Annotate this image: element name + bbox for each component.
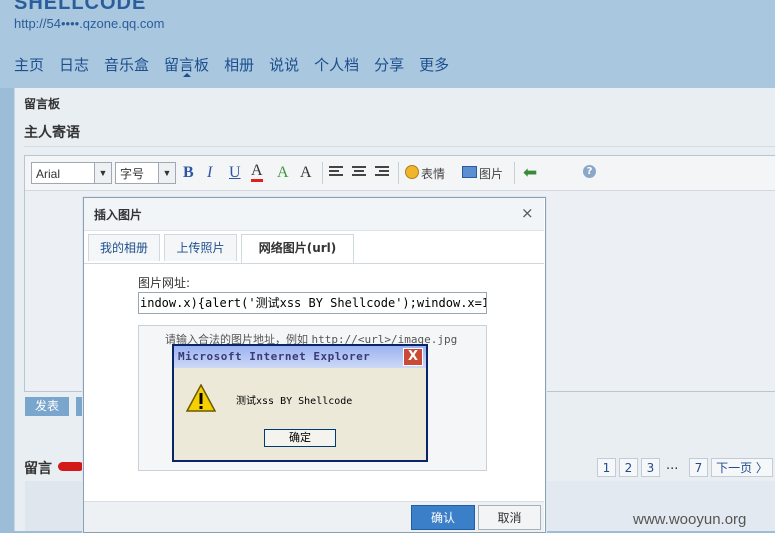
italic-button[interactable]: I xyxy=(207,163,212,183)
nav-item-share[interactable]: 分享 xyxy=(374,54,404,75)
tab-divider xyxy=(84,263,544,264)
nav-item-music[interactable]: 音乐盒 xyxy=(104,54,149,75)
emoticon-icon[interactable] xyxy=(405,165,419,179)
image-label[interactable]: 图片 xyxy=(479,165,503,182)
font-family-select[interactable]: Arial ▼ xyxy=(31,162,112,184)
align-center-icon[interactable] xyxy=(352,166,366,178)
font-size-value: 字号 xyxy=(120,167,145,181)
alert-ok-button[interactable]: 确定 xyxy=(264,429,336,447)
page-last-button[interactable]: 7 xyxy=(689,458,708,477)
confirm-button[interactable]: 确认 xyxy=(411,505,475,530)
undo-arrow-icon[interactable]: ⬅ xyxy=(523,163,537,183)
toolbar-separator xyxy=(514,162,515,184)
bold-button[interactable]: B xyxy=(183,163,194,183)
alert-title: Microsoft Internet Explorer xyxy=(178,350,371,363)
dialog-header xyxy=(84,198,544,231)
main-nav: 主页 日志 音乐盒 留言板 相册 说说 个人档 分享 更多 xyxy=(14,54,464,75)
warning-icon xyxy=(186,384,216,412)
nav-item-talk[interactable]: 说说 xyxy=(269,54,299,75)
font-effect-button[interactable]: A xyxy=(277,163,289,183)
emoticon-label[interactable]: 表情 xyxy=(421,165,445,182)
site-url-link[interactable]: http://54••••.qzone.qq.com xyxy=(14,16,164,31)
page-3-button[interactable]: 3 xyxy=(641,458,660,477)
dialog-footer xyxy=(84,501,544,532)
align-right-icon[interactable] xyxy=(375,166,389,178)
align-left-icon[interactable] xyxy=(329,166,343,178)
board-label: 留言板 xyxy=(24,97,61,111)
tab-upload-photo[interactable]: 上传照片 xyxy=(164,234,237,261)
page-2-button[interactable]: 2 xyxy=(619,458,638,477)
nav-item-profile[interactable]: 个人档 xyxy=(314,54,359,75)
font-size-select[interactable]: 字号 ▼ xyxy=(115,162,176,184)
avatar[interactable] xyxy=(25,481,85,531)
messages-title: 留言 xyxy=(24,461,52,477)
page-1-button[interactable]: 1 xyxy=(597,458,616,477)
next-page-button[interactable]: 下一页 〉 xyxy=(711,458,773,477)
site-title[interactable]: SHELLCODE xyxy=(14,0,146,15)
tab-web-image-url[interactable]: 网络图片(url) xyxy=(241,234,354,264)
nav-item-home[interactable]: 主页 xyxy=(14,54,44,75)
active-nav-caret-icon xyxy=(183,73,191,77)
cancel-button[interactable]: 取消 xyxy=(478,505,541,530)
nav-item-more[interactable]: 更多 xyxy=(419,54,449,75)
nav-item-blog[interactable]: 日志 xyxy=(59,54,89,75)
font-color-button[interactable]: A xyxy=(251,163,263,182)
chevron-down-icon: ▼ xyxy=(158,163,175,183)
help-icon[interactable]: ? xyxy=(583,165,596,178)
tab-my-album[interactable]: 我的相册 xyxy=(88,234,160,261)
font-family-value: Arial xyxy=(36,167,61,181)
page-ellipsis: ... xyxy=(666,458,679,473)
watermark: www.wooyun.org xyxy=(633,511,747,528)
image-icon[interactable] xyxy=(462,166,477,178)
alert-close-button[interactable]: X xyxy=(403,348,423,366)
toolbar-separator xyxy=(398,162,399,184)
chevron-down-icon: ▼ xyxy=(94,163,111,183)
dialog-title: 插入图片 xyxy=(94,208,143,222)
nav-item-album[interactable]: 相册 xyxy=(224,54,254,75)
image-url-label: 图片网址: xyxy=(138,276,191,290)
nav-item-message-board[interactable]: 留言板 xyxy=(164,54,209,75)
highlight-button[interactable]: A xyxy=(300,163,312,183)
alert-message: 测试xss BY Shellcode xyxy=(236,396,353,407)
redaction-mark xyxy=(58,462,84,471)
toolbar-separator xyxy=(322,162,323,184)
close-icon[interactable]: × xyxy=(521,204,534,222)
divider xyxy=(24,146,775,147)
publish-button[interactable]: 发表 xyxy=(25,397,69,416)
host-message-title: 主人寄语 xyxy=(24,125,80,141)
underline-button[interactable]: U xyxy=(229,163,241,183)
image-url-input[interactable]: indow.x){alert('测试xss BY Shellcode');win… xyxy=(138,292,487,314)
